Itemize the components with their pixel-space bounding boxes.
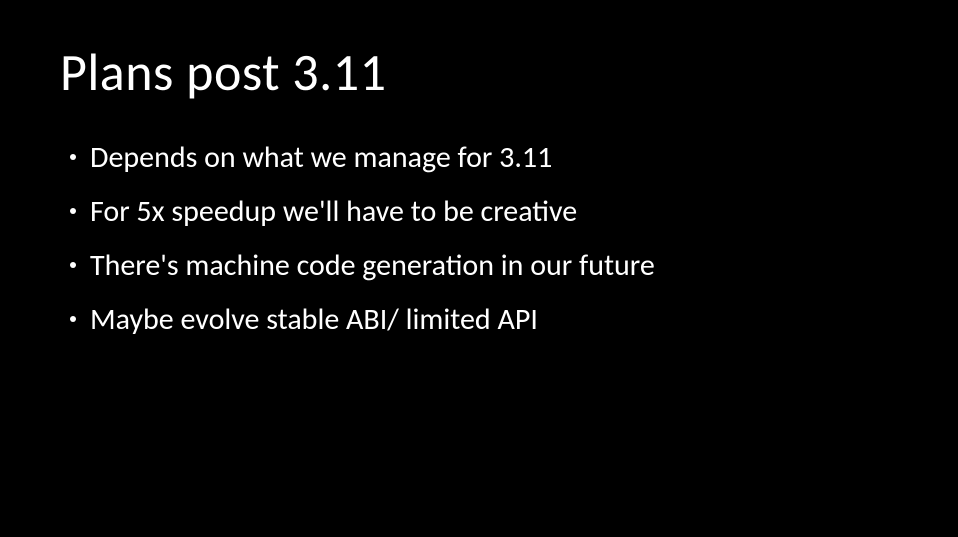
bullet-text: For 5x speedup we'll have to be creative <box>90 188 898 236</box>
bullet-dot-icon <box>70 208 76 214</box>
presentation-slide: Plans post 3.11 Depends on what we manag… <box>0 0 958 537</box>
bullet-text: Maybe evolve stable ABI/ limited API <box>90 296 898 344</box>
slide-bullet-list: Depends on what we manage for 3.11 For 5… <box>60 134 898 344</box>
bullet-text: Depends on what we manage for 3.11 <box>90 134 898 182</box>
slide-title: Plans post 3.11 <box>60 40 898 104</box>
bullet-item: Depends on what we manage for 3.11 <box>70 134 898 182</box>
bullet-item: There's machine code generation in our f… <box>70 242 898 290</box>
bullet-dot-icon <box>70 154 76 160</box>
bullet-item: Maybe evolve stable ABI/ limited API <box>70 296 898 344</box>
bullet-dot-icon <box>70 316 76 322</box>
bullet-item: For 5x speedup we'll have to be creative <box>70 188 898 236</box>
bullet-text: There's machine code generation in our f… <box>90 242 898 290</box>
bullet-dot-icon <box>70 262 76 268</box>
